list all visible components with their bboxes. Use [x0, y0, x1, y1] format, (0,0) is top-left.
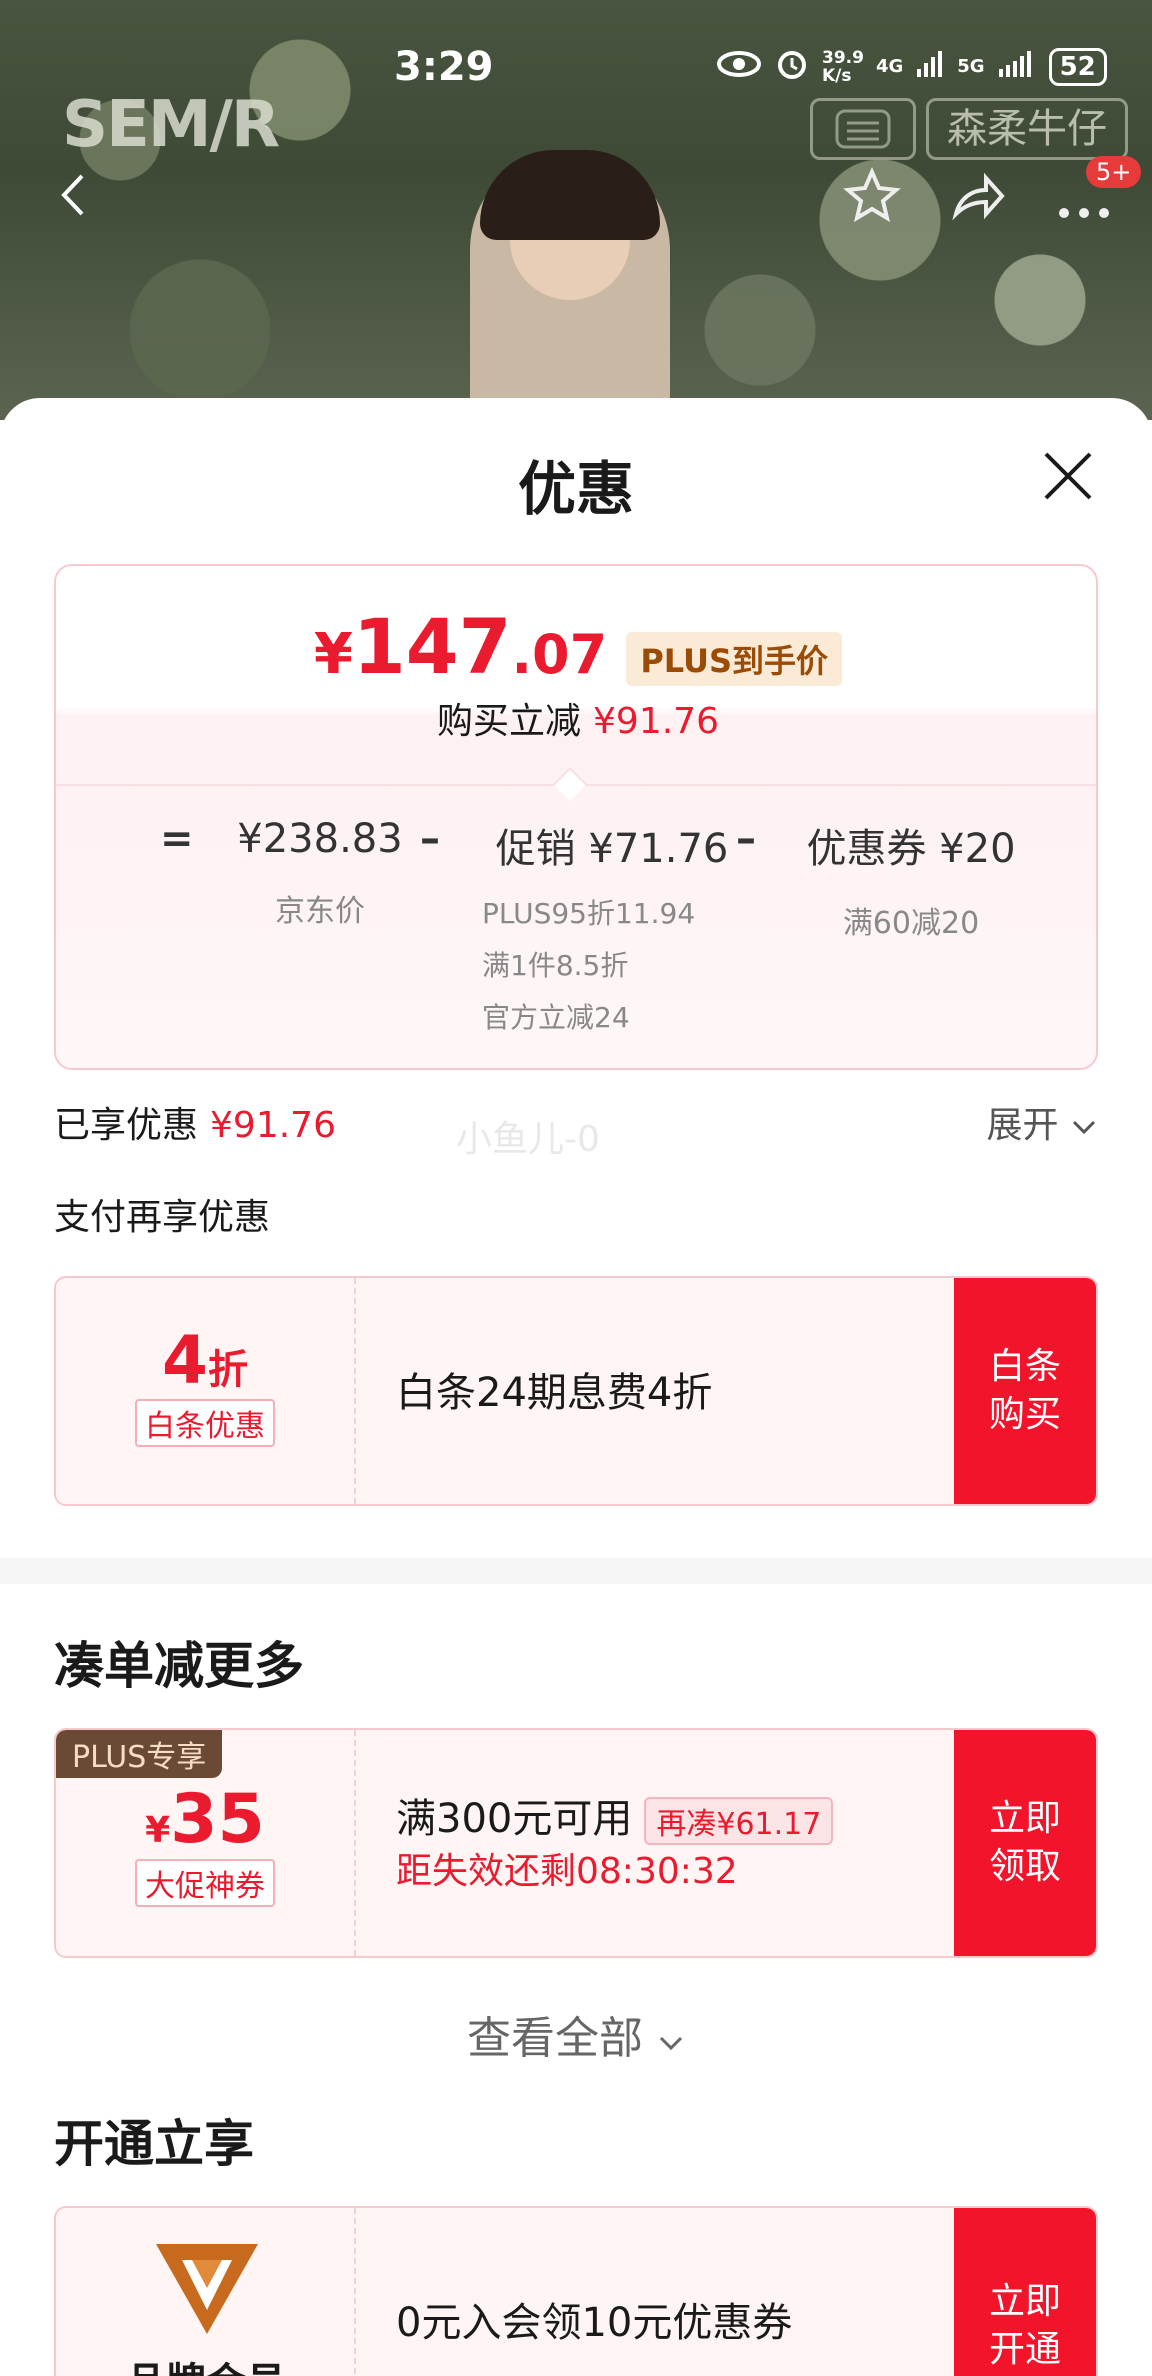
discount-sheet: 优惠 ¥ 147 .07 PLUS到手价 购买立减 ¥91.76 = ¥238.8… — [0, 398, 1152, 2376]
battery-indicator: 52 — [1048, 47, 1107, 86]
view-all-link[interactable]: 查看全部 — [0, 2002, 1152, 2066]
pointer-notch — [553, 767, 587, 801]
watermark-text: 小鱼儿-0 — [456, 1119, 600, 1160]
signal-bars-icon — [997, 49, 1037, 84]
minus-sign: – — [420, 816, 440, 862]
eye-icon — [716, 49, 762, 84]
coupon-35-card[interactable]: PLUS专享 ¥35 大促神券 满300元可用 再凑¥61.17 距失效还剩08:… — [54, 1728, 1098, 1958]
equals-sign: = — [160, 816, 194, 862]
shop-icon[interactable] — [810, 98, 916, 160]
section-heading-more: 凑单减更多 — [54, 1637, 304, 1695]
member-name: 品牌会员 — [56, 2350, 356, 2376]
promo-value: 促销 ¥71.76 — [495, 826, 729, 872]
member-desc: 0元入会领10元优惠券 — [396, 2300, 793, 2346]
baitiao-discount-block: 4折 白条优惠 — [56, 1278, 356, 1504]
instant-reduction: 购买立减 ¥91.76 — [437, 701, 719, 742]
baitiao-tag: 白条优惠 — [135, 1399, 275, 1447]
member-logo-block: 品牌会员 — [56, 2208, 356, 2376]
plus-price-tag: PLUS到手价 — [626, 631, 843, 686]
brand-logo: SEM/R — [62, 88, 280, 162]
section-heading-open: 开通立享 — [54, 2115, 254, 2173]
expand-button[interactable]: 展开 — [987, 1096, 1098, 1148]
coupon-amount-block: PLUS专享 ¥35 大促神券 — [56, 1730, 356, 1956]
promo-column: 促销 ¥71.76 PLUS95折11.94 满1件8.5折 官方立减24 — [482, 816, 742, 1044]
model-figure — [470, 150, 670, 420]
promo-item: PLUS95折11.94 — [482, 897, 696, 930]
plus-price: ¥ 147 .07 — [313, 602, 608, 691]
alarm-icon — [774, 46, 810, 87]
share-icon[interactable] — [948, 166, 1008, 240]
pay-again-heading: 支付再享优惠 — [54, 1197, 271, 1238]
section-separator — [0, 1558, 1152, 1584]
price-breakdown-card: ¥ 147 .07 PLUS到手价 购买立减 ¥91.76 = ¥238.83 京… — [54, 564, 1098, 1070]
shop-name[interactable]: 森柔牛仔 — [926, 98, 1128, 160]
coupon-value: 优惠券 ¥20 — [806, 826, 1016, 872]
brand-member-card[interactable]: 品牌会员 0元入会领10元优惠券 立即开通 — [54, 2206, 1098, 2376]
plus-exclusive-tag: PLUS专享 — [56, 1730, 223, 1778]
chevron-down-icon — [1072, 1120, 1096, 1135]
baitiao-buy-button[interactable]: 白条 购买 — [954, 1278, 1096, 1504]
message-badge: 5+ — [1086, 156, 1142, 188]
rebuy-tag: 再凑¥61.17 — [644, 1797, 834, 1845]
sheet-title: 优惠 — [517, 455, 634, 523]
baitiao-offer-card[interactable]: 4折 白条优惠 白条24期息费4折 白条 购买 — [54, 1276, 1098, 1506]
close-icon[interactable] — [1040, 448, 1096, 504]
minus-sign: – — [736, 816, 756, 862]
chevron-down-icon — [659, 2036, 683, 2051]
claim-coupon-button[interactable]: 立即 领取 — [954, 1730, 1096, 1956]
coupon-column: 优惠券 ¥20 满60减20 — [796, 816, 1026, 942]
signal-bars-icon — [915, 49, 945, 84]
jd-price-label: 京东价 — [275, 894, 365, 929]
promo-item: 满1件8.5折 — [482, 949, 629, 982]
status-icons: 39.9 K/s 4G 5G 52 — [716, 46, 1107, 87]
net-speed: 39.9 K/s — [822, 47, 864, 86]
clock: 3:29 — [394, 44, 494, 90]
enjoyed-discount: 已享优惠 ¥91.76 — [54, 1105, 336, 1146]
final-price: ¥ 147 .07 PLUS到手价 — [56, 602, 1096, 696]
back-arrow-icon[interactable] — [58, 170, 88, 230]
signal-5g: 5G — [957, 56, 985, 77]
promo-item: 官方立减24 — [482, 1001, 630, 1034]
signal-4g: 4G — [875, 56, 904, 77]
coupon-condition: 满300元可用 再凑¥61.17 — [396, 1786, 834, 1845]
open-member-button[interactable]: 立即 开通 — [954, 2208, 1096, 2376]
baitiao-desc: 白条24期息费4折 — [396, 1370, 713, 1416]
jd-price-column: ¥238.83 京东价 — [220, 816, 420, 930]
nav-actions — [842, 166, 1114, 240]
coupon-countdown: 距失效还剩08:30:32 — [396, 1851, 738, 1892]
jd-price-value: ¥238.83 — [237, 816, 403, 862]
coupon-tag: 大促神券 — [135, 1859, 275, 1907]
shop-entry[interactable]: 森柔牛仔 — [810, 98, 1128, 160]
star-icon[interactable] — [842, 166, 902, 240]
coupon-detail: 满60减20 — [842, 906, 980, 941]
brand-member-logo-icon — [156, 2244, 258, 2334]
